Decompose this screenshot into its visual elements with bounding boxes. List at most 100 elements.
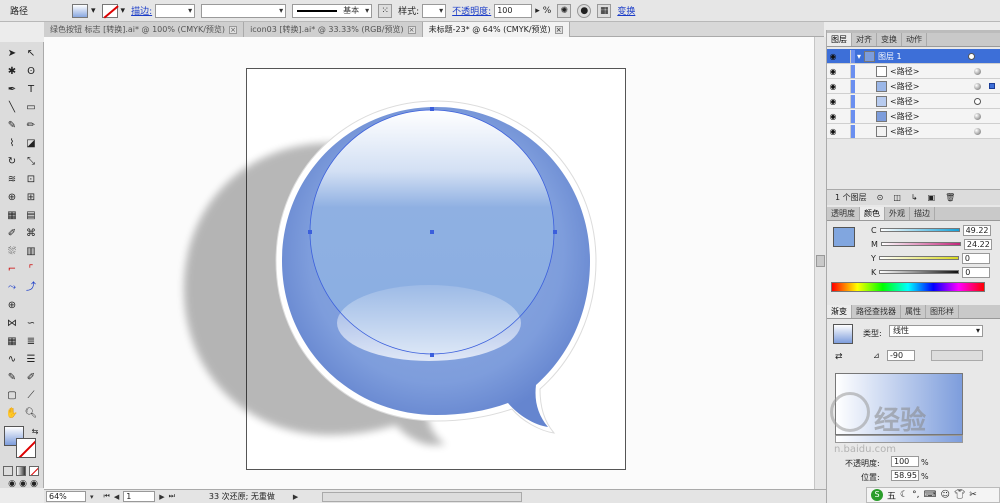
stroke-weight-select[interactable]: ▾: [155, 3, 196, 18]
trash-icon[interactable]: 🗑︎: [945, 193, 955, 202]
doc-tab-untitled-23[interactable]: 未标题-23* @ 64% (CMYK/预览) ×: [422, 22, 570, 37]
cyan-slider[interactable]: C 49.22: [871, 224, 991, 236]
style-control[interactable]: 样式: ▾: [398, 3, 447, 19]
stroke-control[interactable]: 描边: ▾: [131, 3, 196, 19]
rectangle-tool-icon[interactable]: ▭: [22, 100, 40, 116]
prev-page-icon[interactable]: ◀: [114, 493, 119, 501]
ime-mode[interactable]: 五: [887, 489, 896, 502]
eye-icon[interactable]: ◉: [827, 127, 839, 136]
magic-wand-tool-icon[interactable]: ✱: [3, 64, 21, 80]
slider-track[interactable]: [878, 256, 959, 260]
slice-tool-icon[interactable]: ⌜: [22, 262, 40, 278]
new-layer-icon[interactable]: ▣: [928, 193, 936, 202]
punctuation-icon[interactable]: °,: [912, 490, 919, 500]
anchor-bottom[interactable]: [430, 353, 434, 357]
target-icon[interactable]: [974, 127, 981, 135]
hand-icon[interactable]: ✋: [3, 406, 21, 422]
gradient-type-select[interactable]: 线性 ▾: [889, 325, 983, 337]
black-slider[interactable]: K 0: [871, 266, 991, 278]
chevron-down-icon[interactable]: ▾: [121, 6, 126, 16]
tab-pathfinder[interactable]: 路径查找器: [852, 305, 901, 318]
layer-row-main[interactable]: ◉ ▾ 图层 1: [827, 49, 1000, 64]
warp-tool-icon[interactable]: ≋: [3, 172, 21, 188]
tab-attributes[interactable]: 属性: [901, 305, 926, 318]
locate-object-icon[interactable]: ⊙: [877, 193, 884, 202]
eye-icon[interactable]: ◉: [827, 97, 839, 106]
doc-tab-green-button[interactable]: 绿色按钮 标志 [转换].ai* @ 100% (CMYK/预览) ×: [44, 22, 245, 37]
zoom-tool-icon[interactable]: ⤴: [22, 280, 40, 296]
last-page-icon[interactable]: ⏭: [169, 492, 175, 501]
stroke-none-swatch[interactable]: [101, 3, 118, 18]
channel-value[interactable]: 49.22: [962, 224, 991, 236]
hand-tool-icon[interactable]: ⤳: [3, 280, 21, 296]
type-tool-icon[interactable]: T: [22, 82, 40, 98]
lock-toggle[interactable]: [839, 79, 851, 93]
free-transform-tool-icon[interactable]: ⊡: [22, 172, 40, 188]
selection-indicator[interactable]: [989, 83, 995, 89]
tab-layers[interactable]: 图层: [827, 33, 852, 46]
aspect-ratio-input[interactable]: [931, 350, 983, 361]
channel-value[interactable]: 24.22: [963, 238, 992, 250]
chevron-right-icon[interactable]: ▸: [535, 6, 540, 16]
grid-icon[interactable]: ▦: [3, 334, 21, 350]
channel-value[interactable]: 0: [961, 252, 990, 264]
chevron-down-icon[interactable]: ▾: [90, 493, 94, 501]
tab-transform[interactable]: 变换: [877, 33, 902, 46]
blend-tool-icon[interactable]: ⌘: [22, 226, 40, 242]
moon-icon[interactable]: ☾: [900, 490, 908, 500]
vertical-scrollbar[interactable]: [814, 37, 826, 489]
measure-icon[interactable]: ✐: [22, 370, 40, 386]
transform-link[interactable]: 变换: [617, 4, 635, 17]
zoom-icon[interactable]: 🔍︎: [22, 406, 40, 422]
zoom-field[interactable]: 64%: [46, 491, 86, 502]
symbol-sprayer-tool-icon[interactable]: ⛆: [3, 244, 21, 260]
layer-row[interactable]: ◉ <路径>: [827, 79, 1000, 94]
scribble-icon[interactable]: ∿: [3, 352, 21, 368]
keyboard-icon[interactable]: ⌨: [923, 490, 936, 500]
tab-transparency[interactable]: 透明度: [827, 207, 860, 220]
next-page-icon[interactable]: ▶: [159, 493, 164, 501]
center-point[interactable]: [430, 230, 434, 234]
anchor-left[interactable]: [308, 230, 312, 234]
tab-color[interactable]: 颜色: [860, 207, 885, 220]
yellow-slider[interactable]: Y 0: [871, 252, 990, 264]
crosshair-icon[interactable]: ⊕: [3, 298, 21, 314]
tab-stroke[interactable]: 描边: [910, 207, 935, 220]
close-icon[interactable]: ×: [229, 25, 238, 34]
angle-input[interactable]: -90: [887, 350, 915, 361]
isolate-icon[interactable]: ●: [577, 3, 592, 18]
gradient-swatch[interactable]: [833, 324, 853, 344]
stroke-link[interactable]: 描边:: [131, 4, 152, 17]
stroke-color-control[interactable]: ▾: [101, 3, 126, 19]
gradient-opacity-input[interactable]: 100: [891, 456, 919, 467]
knife-icon[interactable]: ⟋: [22, 388, 40, 404]
target-icon[interactable]: [968, 52, 975, 60]
eyedropper-icon[interactable]: ✎: [3, 370, 21, 386]
gradient-mode-icon[interactable]: [16, 466, 26, 476]
user-icon[interactable]: ☺: [940, 490, 949, 500]
list-icon[interactable]: ☰: [22, 352, 40, 368]
gradient-slider[interactable]: [835, 435, 963, 443]
gradient-tool-icon[interactable]: ▤: [22, 208, 40, 224]
envelope-icon[interactable]: ⋈: [3, 316, 21, 332]
lock-toggle[interactable]: [839, 94, 851, 108]
layer-row[interactable]: ◉ <路径>: [827, 124, 1000, 139]
clip-mask-icon[interactable]: ◫: [893, 193, 901, 202]
wave-icon[interactable]: ∽: [22, 316, 40, 332]
blob-brush-tool-icon[interactable]: ⌇: [3, 136, 21, 152]
chevron-down-icon[interactable]: ▾: [857, 52, 861, 61]
rotate-tool-icon[interactable]: ↻: [3, 154, 21, 170]
canvas-area[interactable]: [44, 37, 824, 489]
tab-graphic-styles[interactable]: 图形样: [926, 305, 959, 318]
variable-width-select[interactable]: ▾: [201, 3, 287, 18]
swap-icon[interactable]: ⇆: [26, 424, 44, 440]
tab-actions[interactable]: 动作: [902, 33, 927, 46]
layer-row[interactable]: ◉ <路径>: [827, 109, 1000, 124]
tab-gradient[interactable]: 渐变: [827, 305, 852, 318]
pencil-tool-icon[interactable]: ✏: [22, 118, 40, 134]
stroke-profile-select[interactable]: 基本 ▾: [292, 3, 373, 18]
first-page-icon[interactable]: ⏮: [104, 492, 110, 501]
graphic-style-select[interactable]: ▾: [422, 3, 447, 18]
stack-icon[interactable]: ≣: [22, 334, 40, 350]
scroll-thumb[interactable]: [816, 255, 825, 267]
